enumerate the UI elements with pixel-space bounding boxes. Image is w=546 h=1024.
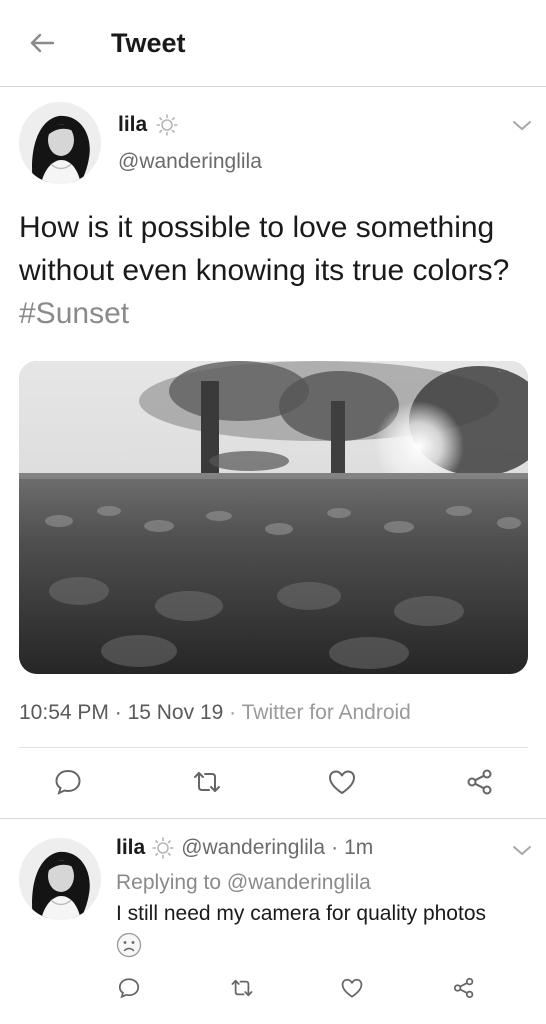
tweet-date: 15 Nov 19	[127, 701, 224, 724]
reply-author-name[interactable]: lila	[116, 836, 145, 860]
retweet-icon	[231, 979, 253, 997]
section-divider	[0, 818, 546, 819]
meta-separator: ·	[114, 701, 122, 724]
chevron-down-icon[interactable]	[511, 118, 533, 134]
reply-age: 1m	[344, 836, 374, 859]
tweet-time: 10:54 PM	[19, 701, 109, 724]
photo-image: ·	[19, 361, 528, 674]
divider	[19, 747, 528, 748]
replying-to: Replying to @wanderinglila	[116, 871, 371, 895]
back-button[interactable]	[22, 26, 62, 60]
hashtag-link[interactable]: #Sunset	[19, 297, 129, 330]
like-button[interactable]	[322, 764, 362, 800]
tweet-author[interactable]: lila	[118, 113, 179, 137]
tweet-body: How is it possible to love something wit…	[19, 211, 510, 287]
reply-header: lila @wanderinglila · 1m	[116, 836, 373, 860]
tweet-text: How is it possible to love something wit…	[19, 206, 529, 335]
reply-retweet-button[interactable]	[225, 972, 259, 1004]
reply-text: I still need my camera for quality photo…	[116, 902, 487, 925]
page-title: Tweet	[111, 28, 186, 58]
reply-reply-button[interactable]	[112, 972, 146, 1004]
heart-icon	[341, 978, 363, 998]
tweet-photo[interactable]: ·	[19, 361, 528, 674]
retweet-icon	[194, 772, 220, 792]
reply-like-button[interactable]	[335, 972, 369, 1004]
author-name: lila	[118, 113, 148, 136]
avatar-photo	[19, 102, 101, 184]
tweet-meta: 10:54 PM · 15 Nov 19 · Twitter for Andro…	[19, 701, 411, 725]
arrow-left-icon	[30, 33, 55, 53]
share-icon	[453, 977, 474, 999]
reply-separator: ·	[331, 836, 339, 859]
reply-share-button[interactable]	[447, 972, 481, 1004]
replying-prefix: Replying to	[116, 871, 222, 894]
comment-icon	[118, 978, 140, 999]
retweet-button[interactable]	[187, 764, 227, 800]
frowning-face-icon	[116, 932, 142, 958]
reply-button[interactable]	[48, 764, 88, 800]
top-bar: Tweet	[0, 0, 546, 87]
heart-icon	[329, 770, 355, 794]
replying-handle[interactable]: @wanderinglila	[227, 871, 371, 894]
avatar[interactable]	[19, 102, 101, 184]
share-icon	[467, 769, 492, 795]
reply-avatar-photo	[19, 838, 101, 920]
sun-badge-icon	[152, 837, 174, 859]
author-handle[interactable]: @wanderinglila	[118, 150, 262, 174]
meta-separator-2: ·	[229, 701, 237, 724]
tweet-source[interactable]: Twitter for Android	[242, 701, 411, 724]
sun-badge-icon	[156, 114, 178, 136]
reply-author-handle[interactable]: @wanderinglila	[181, 836, 325, 860]
chevron-down-icon[interactable]	[511, 843, 533, 859]
share-button[interactable]	[460, 764, 500, 800]
comment-icon	[55, 769, 81, 795]
reply-avatar[interactable]	[19, 838, 101, 920]
